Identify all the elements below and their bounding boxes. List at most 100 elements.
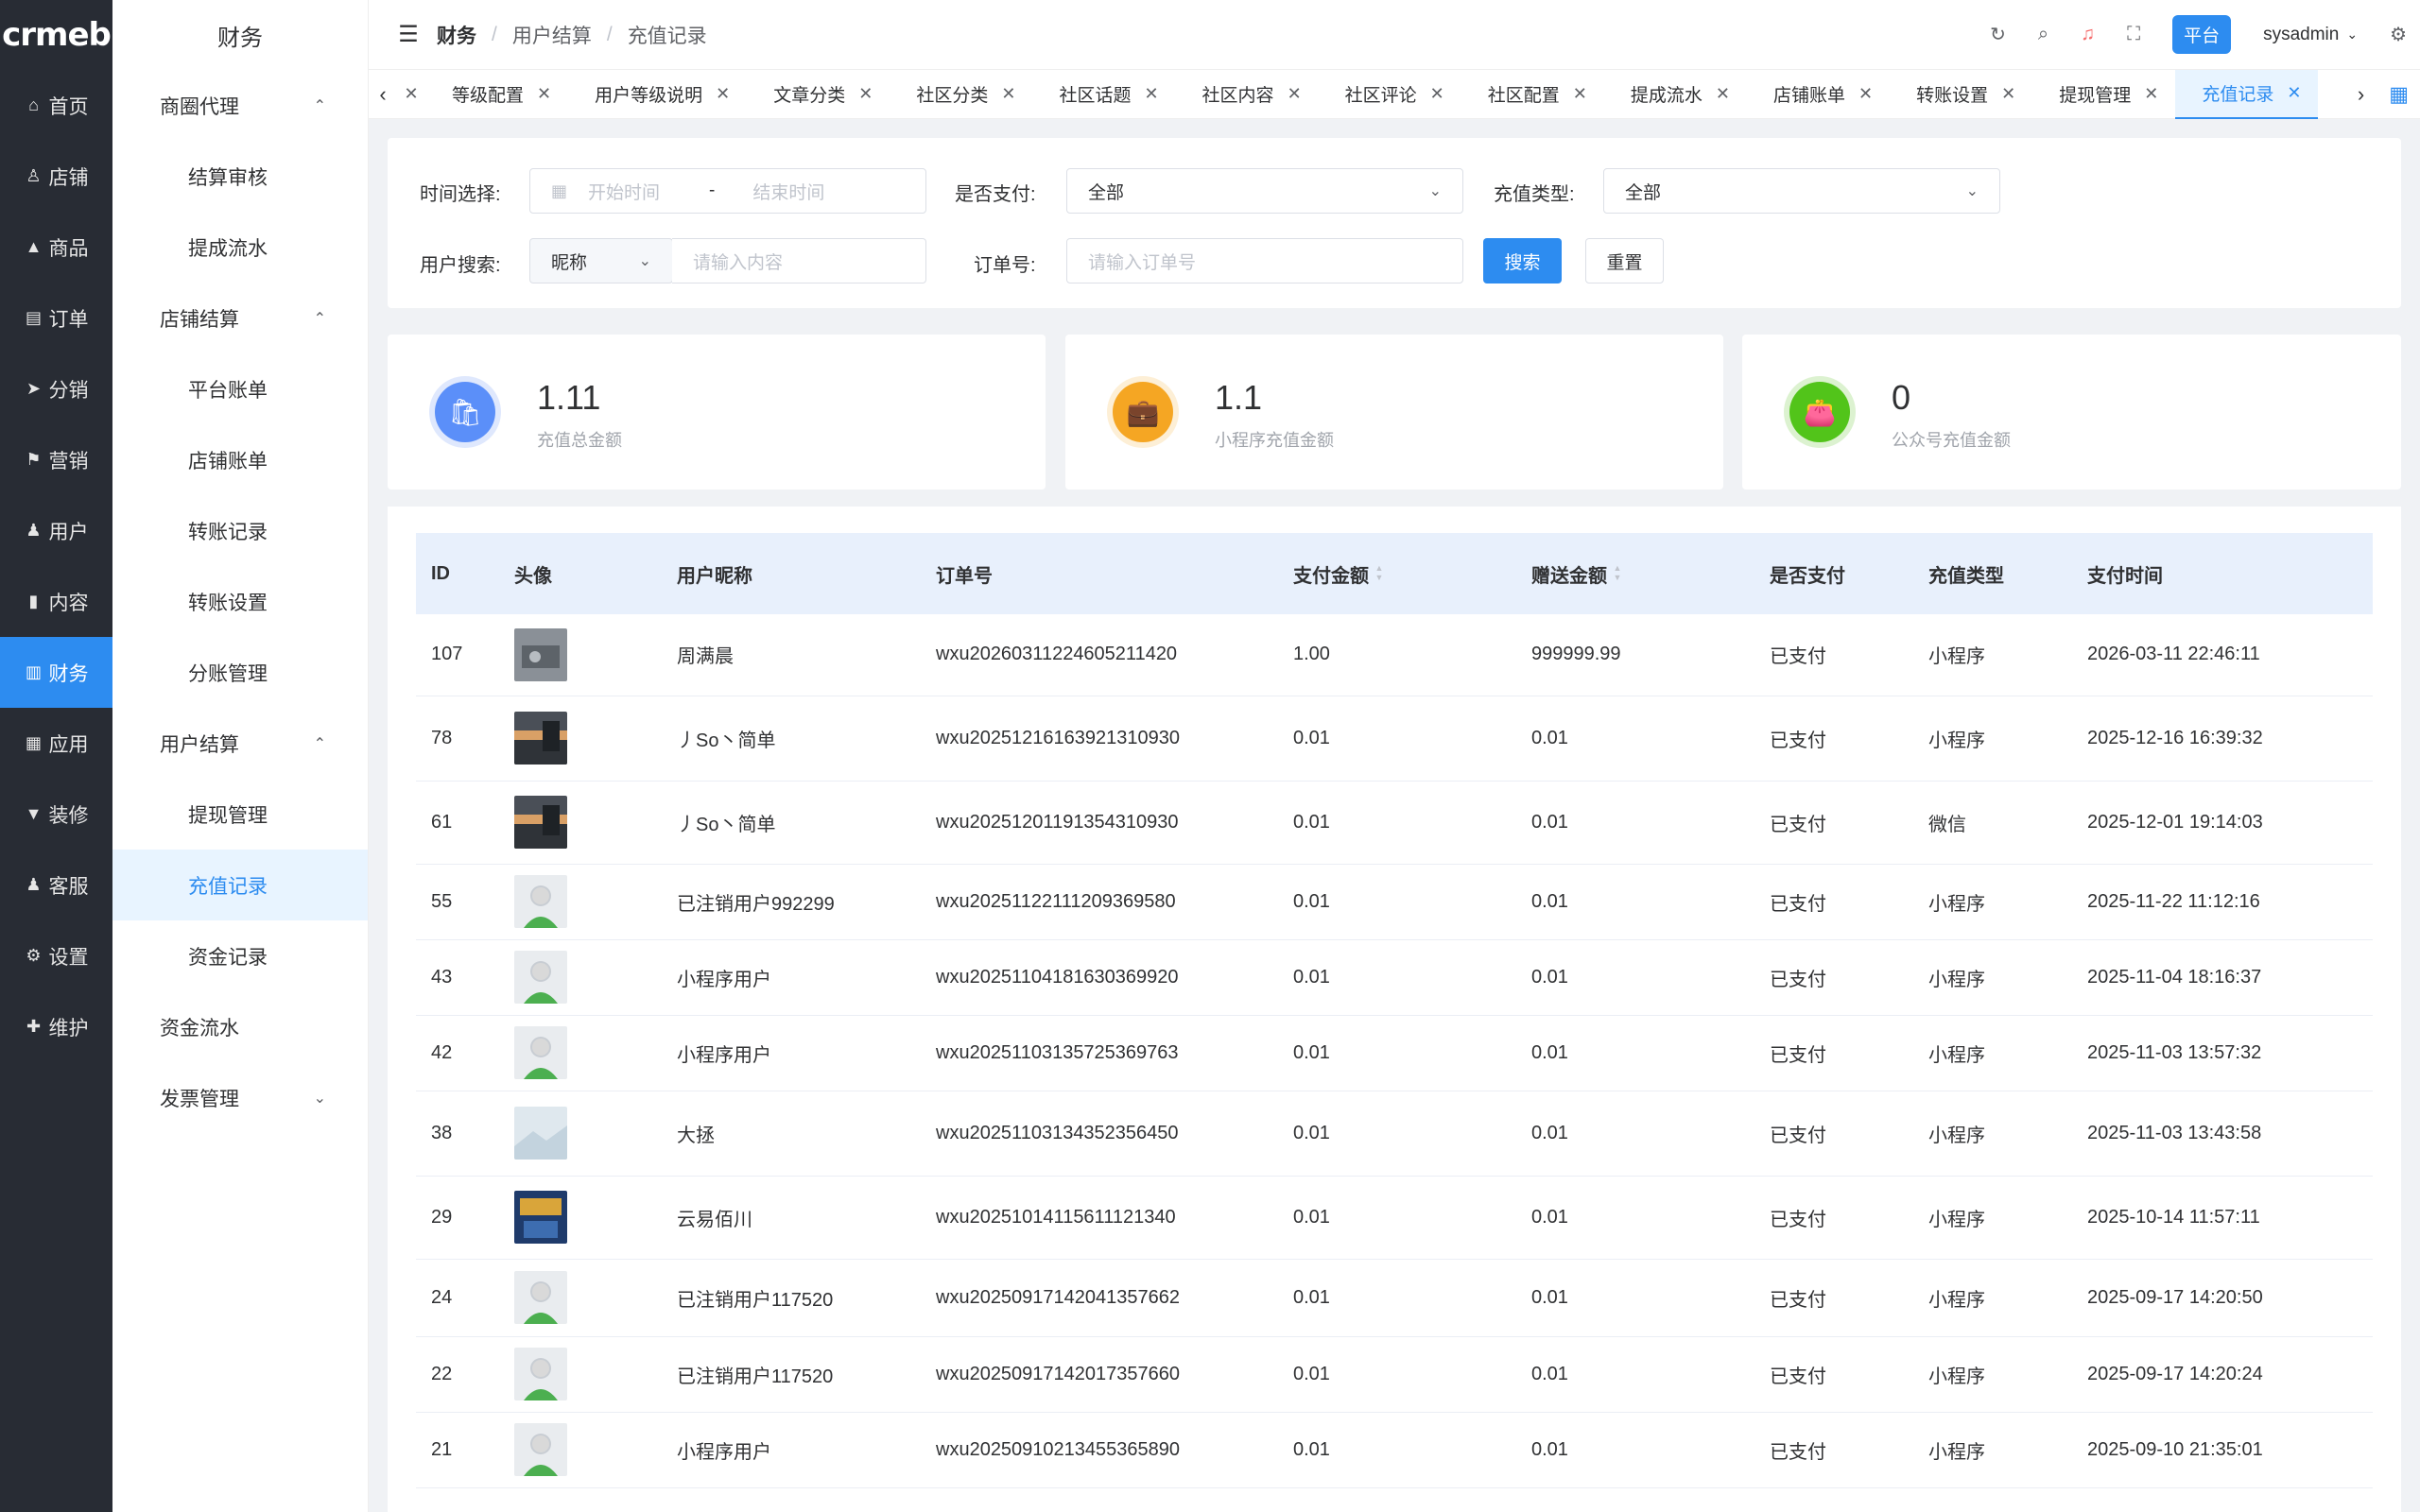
fullscreen-icon[interactable]: ⛶ (2127, 24, 2140, 45)
close-icon[interactable]: ✕ (1430, 84, 1444, 104)
search-icon[interactable]: ⌕ (2038, 24, 2048, 45)
tab[interactable]: 充值记录 ✕ (2175, 69, 2319, 119)
user-search-input[interactable]: 请输入内容 (672, 238, 926, 284)
close-icon[interactable]: ✕ (2287, 83, 2301, 103)
close-icon[interactable]: ✕ (2144, 84, 2158, 104)
nav-item[interactable]: ⚑ 营销 (0, 424, 112, 495)
table-cell-pay: 0.01 (1278, 1091, 1516, 1177)
nav-item[interactable]: ⚙ 设置 (0, 920, 112, 991)
nav-item[interactable]: ▼ 装修 (0, 779, 112, 850)
avatar[interactable] (499, 1336, 662, 1413)
search-button[interactable]: 搜索 (1483, 238, 1562, 284)
close-icon[interactable]: ✕ (397, 84, 425, 104)
settings-icon[interactable]: ⚙ (2390, 23, 2407, 46)
avatar[interactable] (499, 1412, 662, 1488)
user-field-select[interactable]: 昵称 ⌄ (529, 238, 673, 284)
crmeb-logo[interactable]: crmeb (0, 0, 112, 70)
avatar[interactable] (499, 1015, 662, 1091)
nav-item[interactable]: ▦ 应用 (0, 708, 112, 779)
tab-menu-grid-icon[interactable]: ▦ (2389, 82, 2409, 107)
nav-item[interactable]: ♙ 店铺 (0, 141, 112, 212)
column-header[interactable]: 支付金额 ▲▼ (1278, 533, 1516, 614)
sidebar-group[interactable]: 店铺结算 ⌃ (112, 283, 368, 353)
order-input[interactable]: 请输入订单号 (1066, 238, 1463, 284)
type-select[interactable]: 全部 ⌄ (1603, 168, 2000, 214)
nav-item[interactable]: ▥ 财务 (0, 637, 112, 708)
sidebar-item[interactable]: 结算审核 (112, 141, 368, 212)
sidebar-item[interactable]: 转账记录 (112, 495, 368, 566)
nav-item-label: 商品 (48, 237, 89, 260)
close-icon[interactable]: ✕ (1001, 84, 1015, 104)
breadcrumb-item[interactable]: 财务 (437, 21, 476, 49)
close-icon[interactable]: ✕ (537, 84, 551, 104)
nav-item[interactable]: ♟ 用户 (0, 495, 112, 566)
tab[interactable]: 社区内容 ✕ (1176, 70, 1319, 119)
tab[interactable]: 提现管理 ✕ (2032, 70, 2175, 119)
nav-item[interactable]: ➤ 分销 (0, 353, 112, 424)
start-time-input[interactable]: 开始时间 (588, 179, 660, 204)
avatar[interactable] (499, 864, 662, 940)
end-time-input[interactable]: 结束时间 (752, 179, 824, 204)
date-range-picker[interactable]: ▦ 开始时间 - 结束时间 (529, 168, 926, 214)
bell-icon[interactable]: ♫ (2081, 24, 2095, 45)
close-icon[interactable]: ✕ (716, 84, 730, 104)
tab-scroll-left-icon[interactable]: ‹ (369, 82, 397, 107)
sidebar-group[interactable]: 用户结算 ⌃ (112, 708, 368, 779)
tab[interactable]: 店铺账单 ✕ (1747, 70, 1890, 119)
avatar[interactable] (499, 696, 662, 782)
tab[interactable]: 社区评论 ✕ (1319, 70, 1461, 119)
tab[interactable]: 转账设置 ✕ (1890, 70, 2032, 119)
tab[interactable]: 用户等级说明 ✕ (568, 70, 747, 119)
sidebar-item[interactable]: 资金记录 (112, 920, 368, 991)
tab[interactable]: 社区话题 ✕ (1032, 70, 1175, 119)
paid-select[interactable]: 全部 ⌄ (1066, 168, 1463, 214)
refresh-icon[interactable]: ↻ (1990, 23, 2006, 46)
sidebar-item[interactable]: 店铺账单 (112, 424, 368, 495)
tab[interactable]: 等级配置 ✕ (425, 70, 568, 119)
sidebar-item[interactable]: 转账设置 (112, 566, 368, 637)
tab[interactable]: 文章分类 ✕ (747, 70, 890, 119)
close-icon[interactable]: ✕ (858, 84, 873, 104)
sidebar-item[interactable]: 提成流水 (112, 212, 368, 283)
nav-item[interactable]: ✚ 维护 (0, 991, 112, 1062)
sidebar-item[interactable]: 分账管理 (112, 637, 368, 708)
user-menu[interactable]: sysadmin ⌄ (2263, 25, 2358, 45)
close-icon[interactable]: ✕ (1144, 84, 1158, 104)
sidebar-group[interactable]: 资金流水 (112, 991, 368, 1062)
tab[interactable]: 社区分类 ✕ (890, 70, 1032, 119)
sort-icon[interactable]: ▲▼ (1374, 563, 1384, 582)
sidebar-item[interactable]: 平台账单 (112, 353, 368, 424)
reset-button[interactable]: 重置 (1585, 238, 1664, 284)
settings-icon: ⚙ (26, 946, 42, 965)
tab[interactable]: 社区配置 ✕ (1461, 70, 1604, 119)
tab-scroll-right-icon[interactable]: › (2358, 82, 2364, 107)
nav-item[interactable]: ▲ 商品 (0, 212, 112, 283)
sidebar-group[interactable]: 商圈代理 ⌃ (112, 70, 368, 141)
tab[interactable]: 提成流水 ✕ (1604, 70, 1747, 119)
nav-item[interactable]: ▤ 订单 (0, 283, 112, 353)
sidebar-item-label: 提成流水 (188, 237, 268, 260)
avatar[interactable] (499, 939, 662, 1016)
column-header: 头像 (499, 533, 662, 614)
nav-item[interactable]: ♟ 客服 (0, 850, 112, 920)
nav-item[interactable]: ⌂ 首页 (0, 70, 112, 141)
avatar[interactable] (499, 1091, 662, 1177)
sidebar-item[interactable]: 充值记录 (112, 850, 368, 920)
nav-item[interactable]: ▮ 内容 (0, 566, 112, 637)
column-header[interactable]: 赠送金额 ▲▼ (1516, 533, 1754, 614)
sidebar-item[interactable]: 提现管理 (112, 779, 368, 850)
avatar[interactable] (499, 614, 662, 696)
sidebar-group[interactable]: 发票管理 ⌄ (112, 1062, 368, 1133)
platform-badge[interactable]: 平台 (2172, 15, 2232, 54)
avatar[interactable] (499, 1176, 662, 1260)
close-icon[interactable]: ✕ (1858, 84, 1873, 104)
breadcrumb-item[interactable]: 用户结算 (512, 21, 592, 49)
avatar[interactable] (499, 781, 662, 865)
avatar[interactable] (499, 1259, 662, 1337)
close-icon[interactable]: ✕ (2001, 84, 2015, 104)
close-icon[interactable]: ✕ (1716, 84, 1730, 104)
sort-icon[interactable]: ▲▼ (1613, 563, 1622, 582)
menu-toggle-icon[interactable]: ☰ (380, 21, 437, 48)
close-icon[interactable]: ✕ (1573, 84, 1587, 104)
close-icon[interactable]: ✕ (1288, 84, 1302, 104)
